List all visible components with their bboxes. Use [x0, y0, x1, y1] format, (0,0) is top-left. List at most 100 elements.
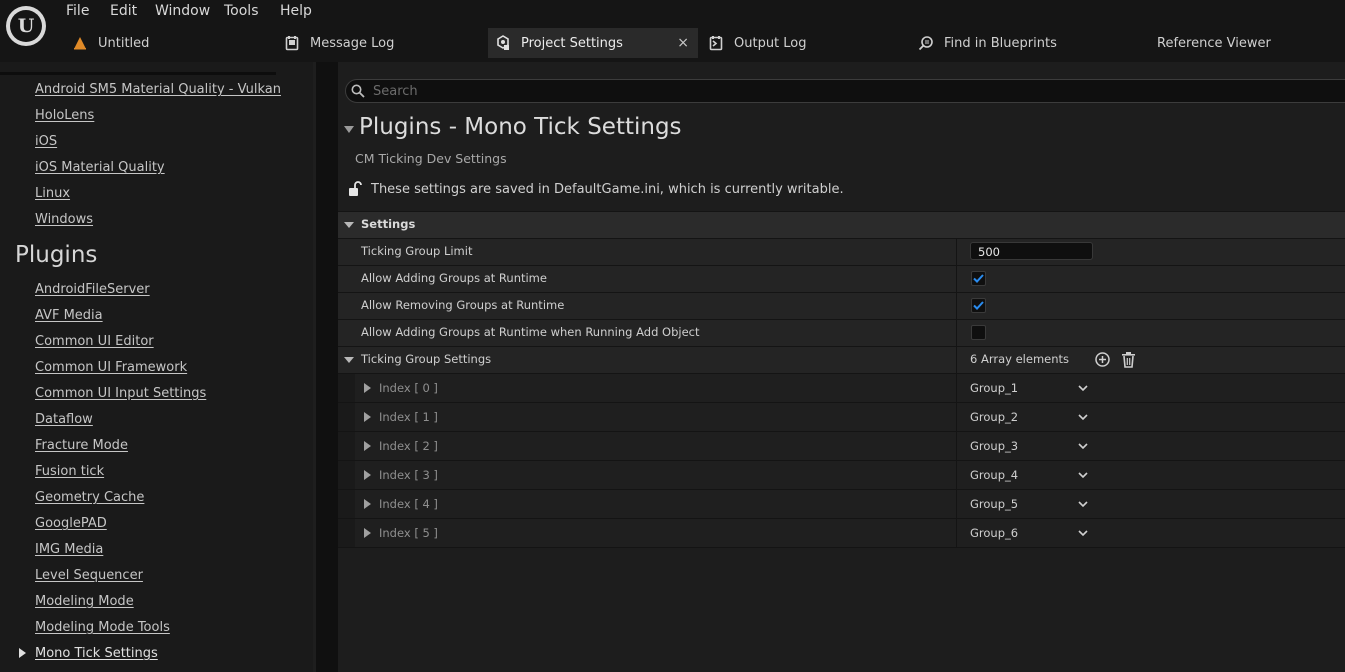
menu-tools[interactable]: Tools [224, 3, 259, 19]
ticking-group-limit-input[interactable]: 500 [970, 242, 1093, 260]
tab-project-settings[interactable]: Project Settings × [488, 28, 698, 58]
nav-item-googlepad[interactable]: GooglePAD [35, 516, 107, 531]
array-index-label: Index [ 2 ] [379, 439, 438, 453]
tab-label: Message Log [310, 35, 395, 51]
nav-item-hololens[interactable]: HoloLens [35, 108, 94, 123]
expand-arrow-icon [344, 357, 354, 363]
array-item-row[interactable]: Index [ 4 ] Group_5 [338, 489, 1345, 518]
combo-value: Group_3 [970, 439, 1019, 453]
property-row-ticking-group-settings[interactable]: Ticking Group Settings 6 Array elements [338, 346, 1345, 373]
property-row-allow-adding-add-object: Allow Adding Groups at Runtime when Runn… [338, 319, 1345, 346]
menu-help[interactable]: Help [280, 3, 312, 19]
chevron-down-icon [1078, 472, 1088, 479]
group-combo[interactable]: Group_5 [970, 490, 1090, 518]
search-box[interactable] [345, 79, 1345, 103]
checkmark-icon [973, 274, 984, 283]
nav-item-modeling-mode-tools[interactable]: Modeling Mode Tools [35, 620, 170, 635]
collapse-arrow-icon[interactable] [344, 126, 354, 133]
combo-value: Group_4 [970, 468, 1019, 482]
tab-untitled[interactable]: Untitled [72, 28, 272, 58]
page-subtitle: CM Ticking Dev Settings [355, 151, 507, 166]
allow-removing-groups-checkbox[interactable] [971, 298, 986, 313]
selected-arrow-icon [19, 648, 26, 658]
property-row-ticking-group-limit: Ticking Group Limit 500 [338, 238, 1345, 265]
array-count: 6 Array elements [970, 352, 1070, 366]
section-label: Settings [361, 217, 416, 231]
array-index-label: Index [ 5 ] [379, 526, 438, 540]
output-log-icon [708, 35, 724, 51]
tab-label: Output Log [734, 35, 807, 51]
menu-edit[interactable]: Edit [110, 3, 137, 19]
nav-item-level-sequencer[interactable]: Level Sequencer [35, 568, 143, 583]
settings-section-header[interactable]: Settings [338, 211, 1345, 238]
array-item-row[interactable]: Index [ 2 ] Group_3 [338, 431, 1345, 460]
settings-category-list: Android SM5 Material Quality - Vulkan Ho… [0, 62, 313, 672]
nav-item-common-ui-input-settings[interactable]: Common UI Input Settings [35, 386, 206, 401]
message-log-icon [284, 35, 300, 51]
nav-item-mono-tick-settings[interactable]: Mono Tick Settings [35, 646, 158, 661]
menu-file[interactable]: File [66, 3, 89, 19]
search-input[interactable] [373, 83, 1273, 99]
tab-reference-viewer[interactable]: Reference Viewer [1157, 28, 1337, 58]
nav-item-dataflow[interactable]: Dataflow [35, 412, 93, 427]
scroll-shadow [0, 72, 276, 75]
add-element-icon[interactable] [1094, 351, 1111, 368]
group-combo[interactable]: Group_6 [970, 519, 1090, 547]
settings-icon [495, 35, 511, 51]
property-label: Allow Removing Groups at Runtime [361, 298, 565, 312]
array-index-label: Index [ 1 ] [379, 410, 438, 424]
nav-item-android-sm5-vulkan[interactable]: Android SM5 Material Quality - Vulkan [35, 82, 281, 97]
expand-arrow-icon[interactable] [364, 470, 371, 480]
close-icon[interactable]: × [677, 35, 689, 51]
array-item-row[interactable]: Index [ 1 ] Group_2 [338, 402, 1345, 431]
chevron-down-icon [1078, 414, 1088, 421]
nav-item-modeling-mode[interactable]: Modeling Mode [35, 594, 134, 609]
notice-text: These settings are saved in DefaultGame.… [371, 181, 844, 197]
settings-details-panel: Plugins - Mono Tick Settings CM Ticking … [338, 62, 1345, 672]
tab-output-log[interactable]: Output Log [708, 28, 898, 58]
array-index-label: Index [ 0 ] [379, 381, 438, 395]
panel-splitter[interactable] [313, 62, 338, 672]
group-combo[interactable]: Group_4 [970, 461, 1090, 489]
chevron-down-icon [1078, 530, 1088, 537]
expand-arrow-icon[interactable] [364, 528, 371, 538]
level-icon [72, 35, 88, 51]
nav-item-common-ui-framework[interactable]: Common UI Framework [35, 360, 187, 375]
config-notice: These settings are saved in DefaultGame.… [348, 181, 844, 197]
search-icon [351, 84, 365, 98]
allow-adding-groups-checkbox[interactable] [971, 271, 986, 286]
tab-find-in-blueprints[interactable]: Find in Blueprints [918, 28, 1138, 58]
nav-item-avf-media[interactable]: AVF Media [35, 308, 103, 323]
combo-value: Group_5 [970, 497, 1019, 511]
menu-window[interactable]: Window [155, 3, 210, 19]
nav-item-fracture-mode[interactable]: Fracture Mode [35, 438, 128, 453]
expand-arrow-icon[interactable] [364, 499, 371, 509]
title-bar: U File Edit Window Tools Help Untitled M… [0, 0, 1345, 62]
group-combo[interactable]: Group_3 [970, 432, 1090, 460]
allow-adding-add-object-checkbox[interactable] [971, 325, 986, 340]
nav-item-linux[interactable]: Linux [35, 186, 70, 201]
nav-item-ios[interactable]: iOS [35, 134, 57, 149]
nav-item-androidfileserver[interactable]: AndroidFileServer [35, 282, 150, 297]
array-item-row[interactable]: Index [ 5 ] Group_6 [338, 518, 1345, 548]
tab-label: Untitled [98, 35, 150, 51]
nav-item-ios-material-quality[interactable]: iOS Material Quality [35, 160, 165, 175]
array-item-row[interactable]: Index [ 0 ] Group_1 [338, 373, 1345, 402]
combo-value: Group_1 [970, 381, 1019, 395]
property-label: Allow Adding Groups at Runtime [361, 271, 547, 285]
trash-icon[interactable] [1120, 351, 1137, 368]
group-combo[interactable]: Group_1 [970, 374, 1090, 402]
nav-item-fusion-tick[interactable]: Fusion tick [35, 464, 104, 479]
nav-item-common-ui-editor[interactable]: Common UI Editor [35, 334, 154, 349]
group-combo[interactable]: Group_2 [970, 403, 1090, 431]
unreal-logo-icon[interactable]: U [6, 6, 46, 46]
nav-item-img-media[interactable]: IMG Media [35, 542, 103, 557]
nav-item-geometry-cache[interactable]: Geometry Cache [35, 490, 144, 505]
array-item-row[interactable]: Index [ 3 ] Group_4 [338, 460, 1345, 489]
expand-arrow-icon[interactable] [364, 383, 371, 393]
nav-item-windows[interactable]: Windows [35, 212, 93, 227]
tab-label: Project Settings [521, 35, 623, 51]
expand-arrow-icon[interactable] [364, 441, 371, 451]
expand-arrow-icon[interactable] [364, 412, 371, 422]
tab-message-log[interactable]: Message Log [284, 28, 474, 58]
